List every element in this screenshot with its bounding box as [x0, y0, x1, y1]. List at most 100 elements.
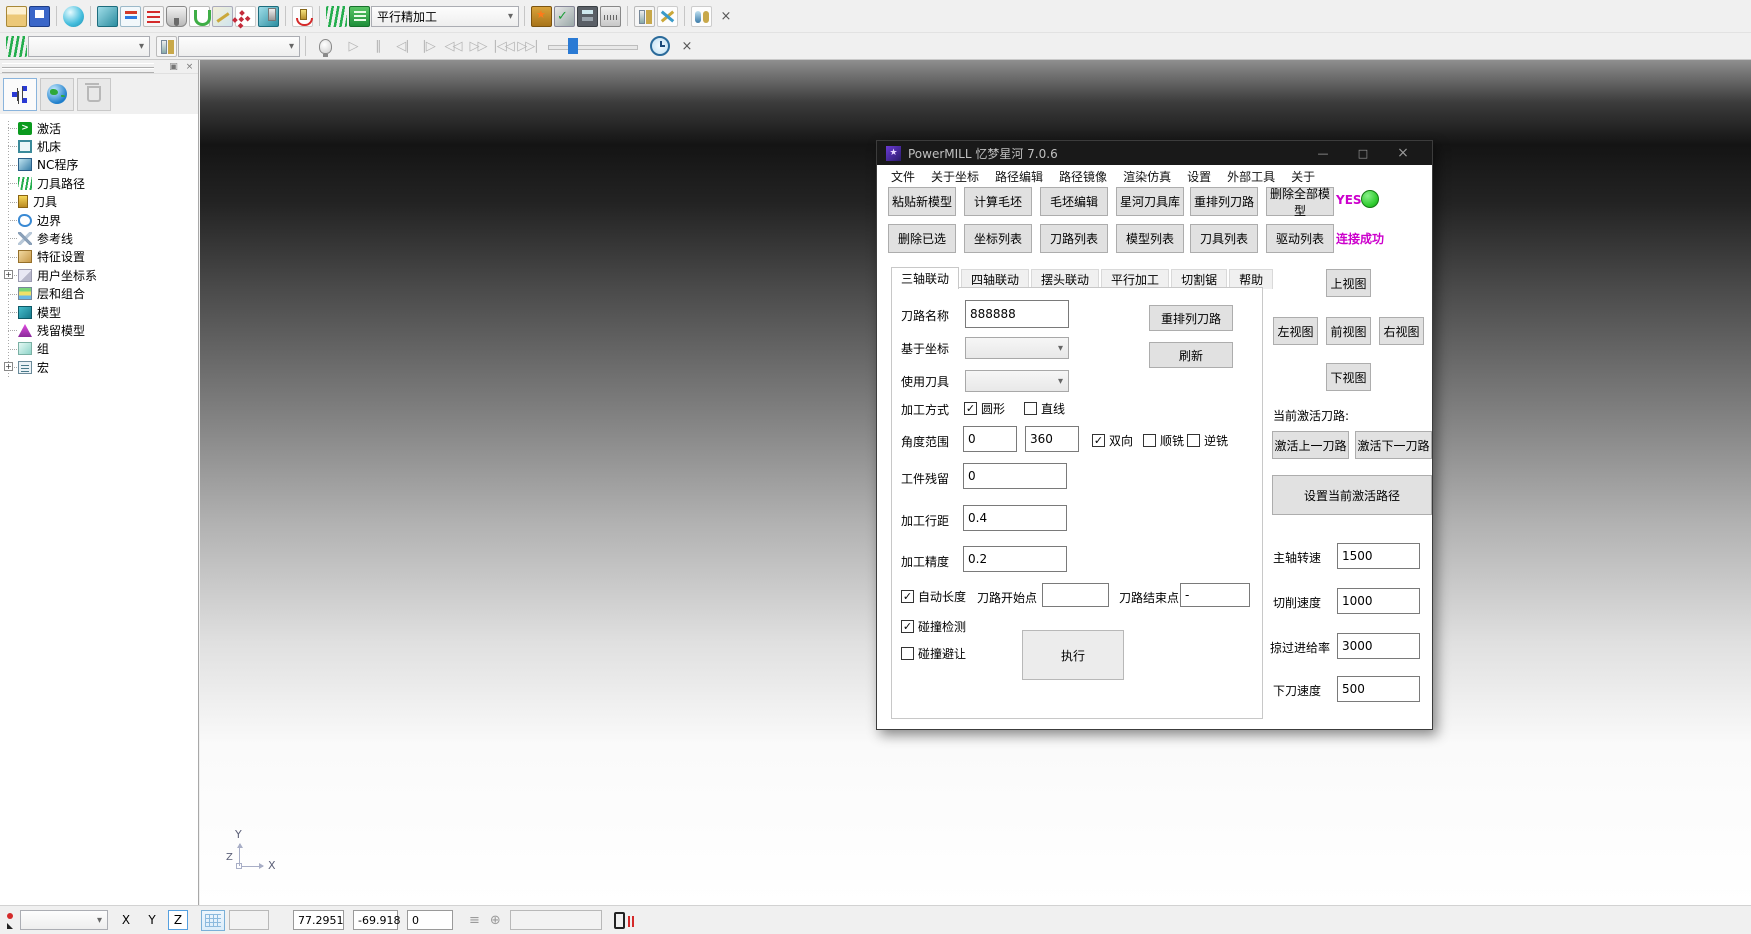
use-tool-dropdown[interactable]: ▾: [965, 370, 1069, 392]
stock-remain-input[interactable]: [963, 463, 1067, 489]
sim-toolpath-dropdown[interactable]: ▾: [28, 36, 150, 57]
tab-help[interactable]: 帮助: [1229, 269, 1273, 289]
collision-check-checkbox[interactable]: ✓碰撞检测: [901, 618, 966, 635]
globe-view-tab[interactable]: [40, 78, 74, 111]
tree-item-feature-sets[interactable]: 特征设置: [4, 248, 198, 266]
panel-float-button[interactable]: ▣: [167, 60, 180, 73]
sim-tool-dropdown[interactable]: ▾: [178, 36, 300, 57]
pattern-icon[interactable]: [212, 6, 233, 27]
step-back-button[interactable]: ◁∣: [390, 35, 415, 57]
tolerance-input[interactable]: [963, 546, 1067, 572]
tab-3axis[interactable]: 三轴联动: [891, 267, 959, 289]
play-button[interactable]: ▷: [340, 35, 365, 57]
coordinate-x-field[interactable]: 77.2951: [293, 910, 344, 930]
next-toolpath-button[interactable]: 激活下一刀路: [1355, 431, 1432, 459]
coordinate-z-field[interactable]: 0: [407, 910, 453, 930]
prev-toolpath-button[interactable]: 激活上一刀路: [1272, 431, 1349, 459]
toolpath-icon[interactable]: [120, 6, 141, 27]
binoculars-icon[interactable]: [691, 6, 712, 27]
tree-item-models[interactable]: 模型: [4, 303, 198, 321]
tree-item-toolpaths[interactable]: 刀具路径: [4, 174, 198, 192]
tab-saw[interactable]: 切割锯: [1171, 269, 1227, 289]
end-point-input[interactable]: [1180, 583, 1250, 607]
both-direction-checkbox[interactable]: ✓双向: [1092, 432, 1133, 449]
xyz-list-icon[interactable]: ≡: [469, 913, 480, 928]
collision-avoid-checkbox[interactable]: 碰撞避让: [901, 645, 966, 662]
pause-button[interactable]: ∥: [365, 35, 390, 57]
angle-to-input[interactable]: [1025, 426, 1079, 452]
tool-arc-icon[interactable]: [292, 6, 313, 27]
toolpath-name-input[interactable]: [965, 300, 1069, 328]
axis-y-button[interactable]: Y: [142, 910, 162, 930]
toolbar-close-button[interactable]: ×: [717, 7, 735, 25]
save-icon[interactable]: [29, 6, 50, 27]
stepover-input[interactable]: [963, 505, 1067, 531]
circle-checkbox[interactable]: ✓圆形: [964, 400, 1005, 417]
menu-settings[interactable]: 设置: [1179, 168, 1219, 185]
tab-parallel[interactable]: 平行加工: [1101, 269, 1169, 289]
reorder-button[interactable]: 重排列刀路: [1149, 305, 1233, 331]
points-icon[interactable]: [235, 6, 256, 27]
view-front-button[interactable]: 前视图: [1326, 317, 1371, 345]
menu-about[interactable]: 关于: [1283, 168, 1323, 185]
view-top-button[interactable]: 上视图: [1326, 269, 1371, 297]
tree-item-nc-programs[interactable]: NC程序: [4, 156, 198, 174]
tool-icon[interactable]: [166, 6, 187, 27]
ruler-icon[interactable]: [600, 6, 621, 27]
set-active-path-button[interactable]: 设置当前激活路径: [1272, 475, 1432, 515]
axis-z-button[interactable]: Z: [168, 910, 188, 930]
speed-slider-handle[interactable]: [568, 38, 578, 54]
spindle-speed-input[interactable]: [1337, 543, 1420, 569]
calculator-icon[interactable]: [577, 6, 598, 27]
tree-item-tools[interactable]: 刀具: [4, 193, 198, 211]
toolbox-icon[interactable]: [531, 6, 552, 27]
reorder-toolpaths-button[interactable]: 重排列刀路: [1190, 187, 1258, 216]
tree-item-stock-models[interactable]: 残留模型: [4, 321, 198, 339]
bulb-icon[interactable]: [319, 39, 332, 54]
boundary-icon[interactable]: [189, 6, 210, 27]
delete-selected-button[interactable]: 删除已选: [888, 224, 956, 253]
ball-tool-icon[interactable]: [63, 6, 84, 27]
view-bottom-button[interactable]: 下视图: [1326, 363, 1371, 391]
menu-render-sim[interactable]: 渲染仿真: [1115, 168, 1179, 185]
paste-model-button[interactable]: 粘贴新模型: [888, 187, 956, 216]
minimize-button[interactable]: —: [1303, 141, 1343, 165]
axis-x-button[interactable]: X: [116, 910, 136, 930]
view-right-button[interactable]: 右视图: [1379, 317, 1424, 345]
view-left-button[interactable]: 左视图: [1273, 317, 1318, 345]
strategy-dropdown[interactable]: 平行精加工 ▾: [371, 6, 519, 27]
sim-toolbar-close-button[interactable]: ×: [678, 37, 696, 55]
coordinate-y-field[interactable]: -69.918: [353, 910, 398, 930]
model-list-button[interactable]: 模型列表: [1116, 224, 1184, 253]
panel-close-button[interactable]: ×: [183, 60, 196, 73]
base-coord-dropdown[interactable]: ▾: [965, 337, 1069, 359]
menu-external-tools[interactable]: 外部工具: [1219, 168, 1283, 185]
close-button[interactable]: ×: [1383, 141, 1423, 165]
marker-icon[interactable]: [4, 910, 20, 930]
refresh-button[interactable]: 刷新: [1149, 342, 1233, 368]
tree-view-tab[interactable]: [3, 78, 37, 111]
drive-list-button[interactable]: 驱动列表: [1266, 224, 1334, 253]
tool-block-icon[interactable]: [258, 6, 279, 27]
line-checkbox[interactable]: 直线: [1024, 400, 1065, 417]
coord-list-button[interactable]: 坐标列表: [964, 224, 1032, 253]
tree-item-activate[interactable]: >激活: [4, 119, 198, 137]
tool-check-icon[interactable]: [554, 6, 575, 27]
tree-item-patterns[interactable]: 参考线: [4, 229, 198, 247]
expand-icon[interactable]: +: [4, 362, 13, 371]
grid-snap-icon[interactable]: [201, 910, 225, 931]
clock-icon[interactable]: [650, 36, 670, 56]
statusbar-dropdown[interactable]: ▾: [20, 910, 108, 930]
fast-forward-button[interactable]: ▷▷: [465, 35, 490, 57]
menu-path-mirror[interactable]: 路径镜像: [1051, 168, 1115, 185]
conventional-mill-checkbox[interactable]: 逆铣: [1187, 432, 1228, 449]
tool-library-button[interactable]: 星河刀具库: [1116, 187, 1184, 216]
delete-all-models-button[interactable]: 删除全部模型: [1266, 187, 1334, 216]
angle-from-input[interactable]: [963, 426, 1017, 452]
compass-icon[interactable]: ⊕: [490, 913, 501, 928]
tab-tilt-head[interactable]: 摆头联动: [1031, 269, 1099, 289]
trash-view-tab[interactable]: [77, 78, 111, 111]
tree-item-machine-tools[interactable]: 机床: [4, 137, 198, 155]
execute-button[interactable]: 执行: [1022, 630, 1124, 680]
panel-grip[interactable]: ▣ ×: [0, 60, 198, 74]
